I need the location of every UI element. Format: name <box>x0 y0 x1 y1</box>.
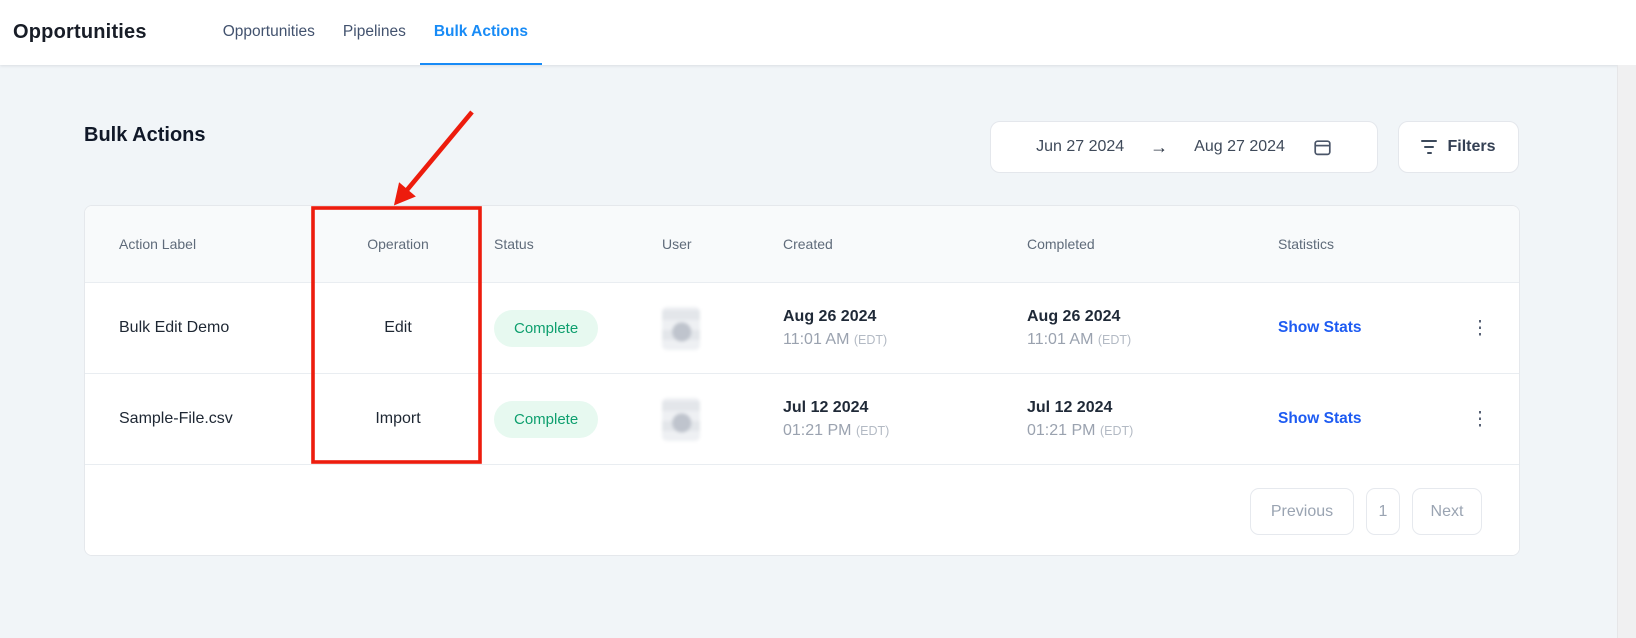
tab-pipelines[interactable]: Pipelines <box>329 0 420 65</box>
completed-cell: Jul 12 2024 01:21 PM (EDT) <box>1013 396 1263 443</box>
completed-cell: Aug 26 2024 11:01 AM (EDT) <box>1013 305 1263 352</box>
completed-date: Aug 26 2024 <box>1027 305 1263 328</box>
operation-cell: Edit <box>314 319 482 337</box>
row-actions-cell: ⋮ <box>1439 325 1520 332</box>
filters-button[interactable]: Filters <box>1398 121 1519 173</box>
created-time: 11:01 AM <box>783 331 849 348</box>
col-header-operation: Operation <box>359 234 437 255</box>
date-from[interactable]: Jun 27 2024 <box>1036 138 1124 156</box>
created-timezone: (EDT) <box>854 333 887 347</box>
completed-time: 01:21 PM <box>1027 422 1095 439</box>
col-header-statistics: Statistics <box>1263 236 1439 252</box>
date-range-picker[interactable]: Jun 27 2024 → Aug 27 2024 <box>990 121 1378 173</box>
top-bar: Opportunities Opportunities Pipelines Bu… <box>0 0 1636 65</box>
filters-button-label: Filters <box>1447 138 1495 156</box>
action-label-cell: Bulk Edit Demo <box>85 319 314 337</box>
range-arrow-icon: → <box>1150 137 1168 158</box>
tab-opportunities[interactable]: Opportunities <box>209 0 329 65</box>
show-stats-link[interactable]: Show Stats <box>1278 410 1362 427</box>
table-row: Bulk Edit Demo Edit Complete Aug 26 2024… <box>85 283 1519 374</box>
created-date: Jul 12 2024 <box>783 396 1013 419</box>
pagination: Previous 1 Next <box>85 465 1519 556</box>
action-label-cell: Sample-File.csv <box>85 410 314 428</box>
completed-date: Jul 12 2024 <box>1027 396 1263 419</box>
user-cell <box>655 307 751 350</box>
browser-scrollbar[interactable] <box>1617 65 1636 638</box>
completed-timezone: (EDT) <box>1098 333 1131 347</box>
statistics-cell: Show Stats <box>1263 410 1439 428</box>
status-cell: Complete <box>482 401 655 438</box>
kebab-menu-icon[interactable]: ⋮ <box>1465 416 1495 423</box>
next-page-button[interactable]: Next <box>1412 488 1482 535</box>
previous-page-button[interactable]: Previous <box>1250 488 1354 535</box>
table-row: Sample-File.csv Import Complete Jul 12 2… <box>85 374 1519 465</box>
page-number-button[interactable]: 1 <box>1366 488 1400 535</box>
completed-time: 11:01 AM <box>1027 331 1093 348</box>
show-stats-link[interactable]: Show Stats <box>1278 319 1362 336</box>
page-title: Opportunities <box>0 21 147 44</box>
created-cell: Jul 12 2024 01:21 PM (EDT) <box>751 396 1013 443</box>
calendar-icon <box>1313 138 1332 157</box>
completed-timezone: (EDT) <box>1100 424 1133 438</box>
status-cell: Complete <box>482 310 655 347</box>
annotation-arrow <box>407 112 472 190</box>
created-cell: Aug 26 2024 11:01 AM (EDT) <box>751 305 1013 352</box>
col-header-action-label: Action Label <box>85 236 314 252</box>
user-avatar <box>662 307 700 350</box>
status-badge: Complete <box>494 310 598 347</box>
user-avatar <box>662 398 700 441</box>
created-timezone: (EDT) <box>856 424 889 438</box>
operation-cell: Import <box>314 410 482 428</box>
date-to[interactable]: Aug 27 2024 <box>1194 138 1285 156</box>
status-badge: Complete <box>494 401 598 438</box>
col-header-user: User <box>655 236 751 252</box>
col-header-status: Status <box>482 236 655 252</box>
tab-bar: Opportunities Pipelines Bulk Actions <box>209 0 542 65</box>
annotation-arrowhead <box>396 185 413 203</box>
section-title: Bulk Actions <box>84 124 206 147</box>
bulk-actions-table: Action Label Operation Status User Creat… <box>84 205 1520 556</box>
kebab-menu-icon[interactable]: ⋮ <box>1465 325 1495 332</box>
created-date: Aug 26 2024 <box>783 305 1013 328</box>
filter-icon <box>1421 140 1437 155</box>
statistics-cell: Show Stats <box>1263 319 1439 337</box>
user-cell <box>655 398 751 441</box>
table-header-row: Action Label Operation Status User Creat… <box>85 206 1519 283</box>
row-actions-cell: ⋮ <box>1439 416 1520 423</box>
tab-bulk-actions[interactable]: Bulk Actions <box>420 0 542 65</box>
col-header-created: Created <box>751 236 1013 252</box>
created-time: 01:21 PM <box>783 422 851 439</box>
col-header-completed: Completed <box>1013 236 1263 252</box>
